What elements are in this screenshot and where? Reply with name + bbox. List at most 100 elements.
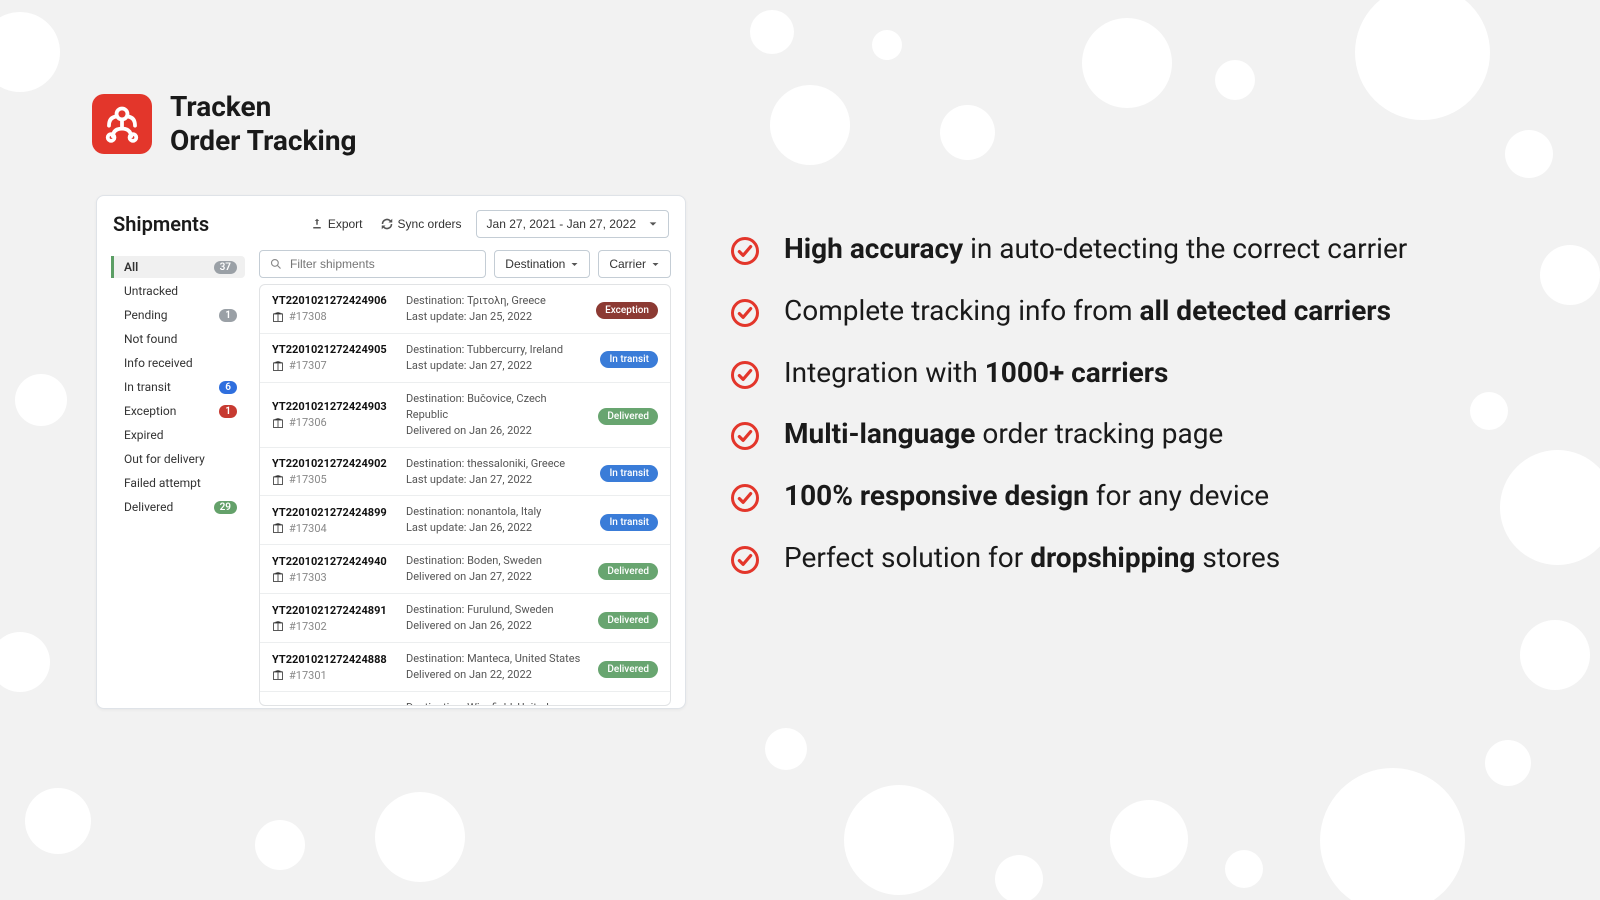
check-circle-icon (730, 360, 760, 390)
check-circle-icon (730, 483, 760, 513)
brand-line2: Order Tracking (170, 124, 357, 158)
check-circle-icon (730, 298, 760, 328)
order-number: #17302 (272, 620, 390, 633)
feature-text: Multi-language order tracking page (784, 415, 1223, 453)
feature-text: Complete tracking info from all detected… (784, 292, 1391, 330)
sidebar-item-exception[interactable]: Exception 1 (111, 400, 245, 422)
shipment-row[interactable]: YT2201021272424888 #17301 Destination: Man… (260, 643, 670, 692)
shipment-detail: Destination: Bučovice, Czech RepublicDel… (406, 391, 582, 439)
check-circle-icon (730, 236, 760, 266)
export-button[interactable]: Export (307, 211, 367, 237)
page-title: Shipments (113, 212, 209, 236)
shipment-row[interactable]: YT2201021272424891 #17302 Destination: Fur… (260, 594, 670, 643)
status-badge: Delivered (598, 661, 658, 678)
brand-line1: Tracken (170, 90, 357, 124)
feature-item: Multi-language order tracking page (730, 415, 1510, 453)
date-range-label: Jan 27, 2021 - Jan 27, 2022 (487, 217, 636, 231)
feature-item: Perfect solution for dropshipping stores (730, 539, 1510, 577)
sidebar-item-pending[interactable]: Pending1 (111, 304, 245, 326)
shipment-row[interactable]: YT2201021272424902#17305Destination: the… (260, 448, 670, 497)
package-icon (272, 474, 284, 486)
feature-text: Integration with 1000+ carriers (784, 354, 1168, 392)
order-number: #17306 (272, 416, 390, 429)
feature-text: Perfect solution for dropshipping stores (784, 539, 1280, 577)
chevron-down-icon (570, 260, 579, 269)
sidebar-item-label: Expired (124, 428, 164, 442)
sidebar-item-untracked[interactable]: Untracked (111, 280, 245, 302)
feature-text: 100% responsive design for any device (784, 477, 1269, 515)
sidebar-item-delivered[interactable]: Delivered29 (111, 496, 245, 518)
shipment-detail: Destination: thessaloniki, GreeceLast up… (406, 456, 584, 488)
sidebar-item-info-received[interactable]: Info received (111, 352, 245, 374)
sidebar-item-failed-attempt[interactable]: Failed attempt (111, 472, 245, 494)
shipments-card: Shipments Export Sync orders Jan 27, 202… (96, 195, 686, 709)
carrier-filter[interactable]: Carrier (598, 250, 671, 278)
shipment-detail: Destination: nonantola, ItalyLast update… (406, 504, 584, 536)
feature-text: High accuracy in auto-detecting the corr… (784, 230, 1407, 268)
brand-logo (92, 94, 152, 154)
sync-button[interactable]: Sync orders (377, 211, 466, 237)
tracking-number: YT2201021272424899 (272, 506, 390, 519)
shipment-row[interactable]: YT2201021272424884#17300Destination: Win… (260, 692, 670, 706)
destination-filter[interactable]: Destination (494, 250, 590, 278)
sidebar-item-label: Info received (124, 356, 193, 370)
sidebar-item-not-found[interactable]: Not found (111, 328, 245, 350)
sidebar-item-label: In transit (124, 380, 171, 394)
tracking-number: YT2201021272424888 (272, 653, 390, 666)
order-number: #17304 (272, 522, 390, 535)
feature-list: High accuracy in auto-detecting the corr… (730, 230, 1510, 601)
shipments-list: YT2201021272424906#17308Destination: Τρι… (259, 284, 671, 706)
chevron-down-icon (651, 260, 660, 269)
sidebar-item-label: Untracked (124, 284, 178, 298)
status-sidebar: All37 Untracked Pending1 Not found Info rece… (111, 250, 245, 706)
search-input-wrapper[interactable] (259, 250, 486, 278)
sidebar-item-all[interactable]: All37 (111, 256, 245, 278)
date-range-picker[interactable]: Jan 27, 2021 - Jan 27, 2022 (476, 210, 669, 238)
export-icon (311, 218, 323, 230)
sidebar-item-count: 1 (219, 309, 237, 322)
order-number: #17307 (272, 359, 390, 372)
package-icon (272, 417, 284, 429)
shipment-detail: Destination: Tubbercurry, IrelandLast up… (406, 342, 584, 374)
feature-item: High accuracy in auto-detecting the corr… (730, 230, 1510, 268)
order-number: #17305 (272, 473, 390, 486)
tracking-number: YT2201021272424940 (272, 555, 390, 568)
package-icon (272, 360, 284, 372)
tracking-number: YT2201021272424905 (272, 343, 390, 356)
sidebar-item-count: 6 (219, 381, 237, 394)
status-badge: In transit (600, 465, 658, 482)
package-icon (272, 522, 284, 534)
sync-icon (381, 218, 393, 230)
package-icon (272, 571, 284, 583)
package-icon (272, 620, 284, 632)
shipment-detail: Destination: Manteca, United StatesDeliv… (406, 651, 582, 683)
sidebar-item-count: 1 (219, 405, 237, 418)
shipment-row[interactable]: YT2201021272424903 #17306 Destination: Buč… (260, 383, 670, 448)
carrier-filter-label: Carrier (609, 257, 646, 271)
order-number: #17301 (272, 669, 390, 682)
sidebar-item-label: Exception (124, 404, 176, 418)
status-badge: In transit (600, 514, 658, 531)
shipment-row[interactable]: YT2201021272424899 #17304 Destination: non… (260, 496, 670, 545)
shipment-row[interactable]: YT2201021272424940#17303Destination: Bod… (260, 545, 670, 594)
sidebar-item-expired[interactable]: Expired (111, 424, 245, 446)
sidebar-item-in-transit[interactable]: In transit 6 (111, 376, 245, 398)
sidebar-item-label: All (124, 260, 138, 274)
export-label: Export (328, 217, 363, 231)
search-input[interactable] (290, 257, 475, 271)
shipment-row[interactable]: YT2201021272424905 #17307 Destination: Tub… (260, 334, 670, 383)
sidebar-item-out-for-delivery[interactable]: Out for delivery (111, 448, 245, 470)
sidebar-item-label: Failed attempt (124, 476, 201, 490)
sidebar-item-label: Not found (124, 332, 177, 346)
shipment-detail: Destination: Winnfield, United StatesDel… (406, 700, 582, 706)
tracking-number: YT2201021272424891 (272, 604, 390, 617)
sync-label: Sync orders (398, 217, 462, 231)
shipment-detail: Destination: Furulund, SwedenDelivered o… (406, 602, 582, 634)
destination-filter-label: Destination (505, 257, 565, 271)
chevron-down-icon (648, 219, 658, 229)
check-circle-icon (730, 421, 760, 451)
tracking-number: YT2201021272424903 (272, 400, 390, 413)
feature-item: Integration with 1000+ carriers (730, 354, 1510, 392)
shipment-row[interactable]: YT2201021272424906#17308Destination: Τρι… (260, 285, 670, 334)
shipment-detail: Destination: Boden, SwedenDelivered on J… (406, 553, 582, 585)
